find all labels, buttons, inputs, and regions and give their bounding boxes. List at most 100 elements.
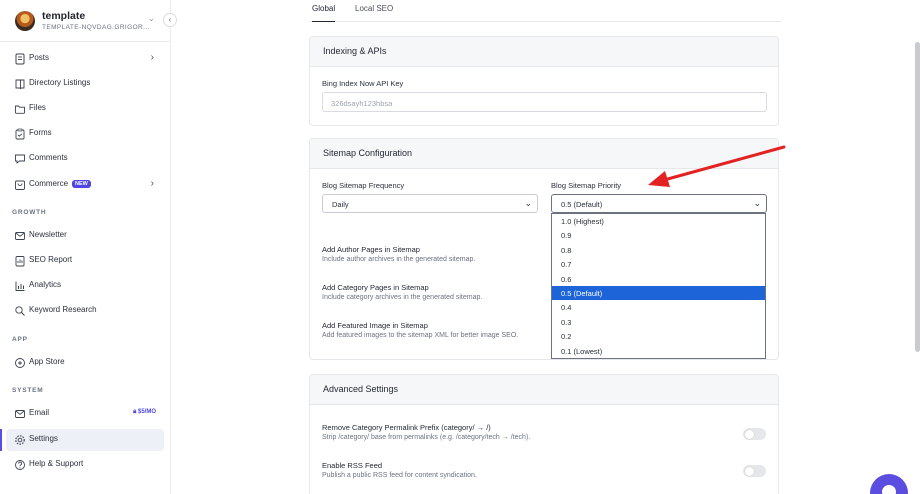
sidebar-item-email[interactable]: Email 🔒︎ $5/MO bbox=[6, 403, 164, 425]
author-pages-desc: Include author archives in the generated… bbox=[322, 256, 476, 263]
priority-option[interactable]: 0.9 bbox=[552, 228, 765, 242]
priority-value: 0.5 (Default) bbox=[561, 200, 603, 209]
remove-category-prefix-desc: Strip /category/ base from permalinks (e… bbox=[322, 434, 531, 441]
site-logo bbox=[15, 11, 35, 31]
mail-icon bbox=[15, 410, 25, 418]
comment-icon bbox=[15, 154, 25, 164]
book-icon bbox=[15, 79, 25, 90]
document-icon bbox=[15, 53, 25, 65]
sidebar-item-label: Help & Support bbox=[29, 459, 84, 468]
priority-option[interactable]: 0.4 bbox=[552, 300, 765, 314]
sidebar-item-directory-listings[interactable]: Directory Listings bbox=[6, 73, 164, 95]
sidebar-item-files[interactable]: Files bbox=[6, 98, 164, 120]
section-label-growth: GROWTH bbox=[12, 209, 47, 216]
frequency-select[interactable]: Daily ⌄ bbox=[322, 194, 538, 213]
sidebar-item-label: App Store bbox=[29, 357, 65, 366]
chevron-down-icon: ⌄ bbox=[753, 198, 761, 208]
sidebar-item-seo-report[interactable]: SEO Report bbox=[6, 250, 164, 272]
sidebar-item-label: Comments bbox=[29, 153, 68, 162]
enable-rss-desc: Publish a public RSS feed for content sy… bbox=[322, 472, 477, 479]
sidebar-item-label: Analytics bbox=[29, 280, 62, 289]
app-root: template TEMPLATE-NQVDAG.GRIGOR... ⌄ ‹ P… bbox=[0, 0, 920, 494]
bing-key-label: Bing Index Now API Key bbox=[322, 79, 404, 88]
section-label-system: SYSTEM bbox=[12, 387, 44, 394]
card-title: Sitemap Configuration bbox=[323, 148, 413, 158]
tab-local-seo[interactable]: Local SEO bbox=[355, 4, 393, 22]
mail-icon bbox=[15, 232, 25, 240]
site-subtitle: TEMPLATE-NQVDAG.GRIGOR... bbox=[42, 24, 150, 31]
priority-select[interactable]: 0.5 (Default) ⌄ bbox=[551, 194, 767, 213]
priority-option[interactable]: 0.8 bbox=[552, 243, 765, 257]
card-title: Advanced Settings bbox=[323, 384, 399, 394]
sidebar-item-label: Newsletter bbox=[29, 230, 67, 239]
category-pages-title: Add Category Pages in Sitemap bbox=[322, 283, 429, 292]
page-scrollbar[interactable] bbox=[915, 42, 920, 352]
chart-icon bbox=[15, 281, 25, 291]
author-pages-title: Add Author Pages in Sitemap bbox=[322, 245, 420, 254]
featured-image-title: Add Featured Image in Sitemap bbox=[322, 321, 428, 330]
cart-icon bbox=[15, 180, 25, 190]
chevron-down-icon: ⌄ bbox=[524, 198, 532, 208]
sidebar-item-settings[interactable]: Settings bbox=[0, 429, 164, 451]
enable-rss-toggle[interactable] bbox=[743, 465, 766, 477]
sidebar-item-keyword-research[interactable]: Keyword Research bbox=[6, 300, 164, 322]
remove-category-prefix-title: Remove Category Permalink Prefix (catego… bbox=[322, 423, 491, 432]
sidebar-item-label: Files bbox=[29, 103, 46, 112]
sidebar-item-label: Directory Listings bbox=[29, 78, 91, 87]
price-label: $5/MO bbox=[137, 409, 156, 415]
settings-tabs: Global Local SEO bbox=[309, 0, 781, 22]
sidebar: template TEMPLATE-NQVDAG.GRIGOR... ⌄ ‹ P… bbox=[0, 0, 177, 494]
sidebar-item-commerce[interactable]: Commerce NEW › bbox=[6, 174, 164, 196]
price-badge: 🔒︎ $5/MO bbox=[133, 409, 156, 416]
annotation-arrow-icon bbox=[648, 145, 786, 187]
chevron-down-icon[interactable]: ⌄ bbox=[148, 14, 155, 23]
priority-dropdown-list: 1.0 (Highest) 0.9 0.8 0.7 0.6 0.5 (Defau… bbox=[551, 213, 766, 359]
priority-option[interactable]: 0.1 (Lowest) bbox=[552, 344, 765, 358]
sidebar-item-analytics[interactable]: Analytics bbox=[6, 275, 164, 297]
remove-category-prefix-toggle[interactable] bbox=[743, 428, 766, 440]
chevron-right-icon: › bbox=[150, 52, 154, 63]
sidebar-item-label: Forms bbox=[29, 128, 52, 137]
gear-icon bbox=[15, 435, 25, 445]
category-pages-desc: Include category archives in the generat… bbox=[322, 294, 483, 301]
sidebar-item-posts[interactable]: Posts › bbox=[6, 48, 164, 70]
tab-global[interactable]: Global bbox=[312, 4, 336, 22]
frequency-label: Blog Sitemap Frequency bbox=[322, 181, 405, 190]
collapse-sidebar-button[interactable]: ‹ bbox=[163, 13, 177, 27]
priority-option[interactable]: 0.2 bbox=[552, 329, 765, 343]
sidebar-item-label: Commerce bbox=[29, 179, 69, 188]
chat-help-button[interactable] bbox=[870, 474, 908, 494]
frequency-value: Daily bbox=[332, 200, 349, 209]
sidebar-item-label: Keyword Research bbox=[29, 305, 97, 314]
folder-icon bbox=[15, 105, 25, 114]
sidebar-item-label: Settings bbox=[29, 434, 58, 443]
sidebar-item-app-store[interactable]: App Store bbox=[6, 352, 164, 374]
new-badge: NEW bbox=[72, 180, 91, 188]
priority-option[interactable]: 1.0 (Highest) bbox=[552, 214, 765, 228]
sidebar-item-newsletter[interactable]: Newsletter bbox=[6, 225, 164, 247]
sidebar-item-label: Email bbox=[29, 408, 50, 417]
clipboard-icon bbox=[15, 128, 25, 140]
priority-option[interactable]: 0.6 bbox=[552, 272, 765, 286]
report-icon bbox=[15, 256, 25, 267]
sidebar-item-comments[interactable]: Comments bbox=[6, 148, 164, 170]
enable-rss-title: Enable RSS Feed bbox=[322, 461, 383, 470]
section-label-app: APP bbox=[12, 336, 28, 343]
chevron-right-icon: › bbox=[150, 178, 154, 189]
priority-label: Blog Sitemap Priority bbox=[551, 181, 622, 190]
site-switcher[interactable]: template TEMPLATE-NQVDAG.GRIGOR... ⌄ bbox=[0, 0, 171, 42]
priority-option-selected[interactable]: 0.5 (Default) bbox=[552, 286, 765, 301]
card-header: Advanced Settings bbox=[310, 375, 778, 405]
site-name: template bbox=[42, 10, 86, 22]
featured-image-desc: Add featured images to the sitemap XML f… bbox=[322, 332, 519, 339]
card-header: Indexing & APIs bbox=[310, 37, 778, 67]
priority-option[interactable]: 0.7 bbox=[552, 257, 765, 271]
priority-option[interactable]: 0.3 bbox=[552, 315, 765, 329]
bing-key-input[interactable]: 326dsayh123hbsa bbox=[322, 92, 767, 112]
help-icon bbox=[15, 460, 25, 470]
sidebar-item-forms[interactable]: Forms bbox=[6, 123, 164, 145]
sidebar-item-label: SEO Report bbox=[29, 255, 73, 264]
sidebar-item-label: Posts bbox=[29, 53, 50, 62]
sidebar-item-help-support[interactable]: Help & Support bbox=[6, 454, 164, 476]
store-icon bbox=[15, 358, 25, 368]
